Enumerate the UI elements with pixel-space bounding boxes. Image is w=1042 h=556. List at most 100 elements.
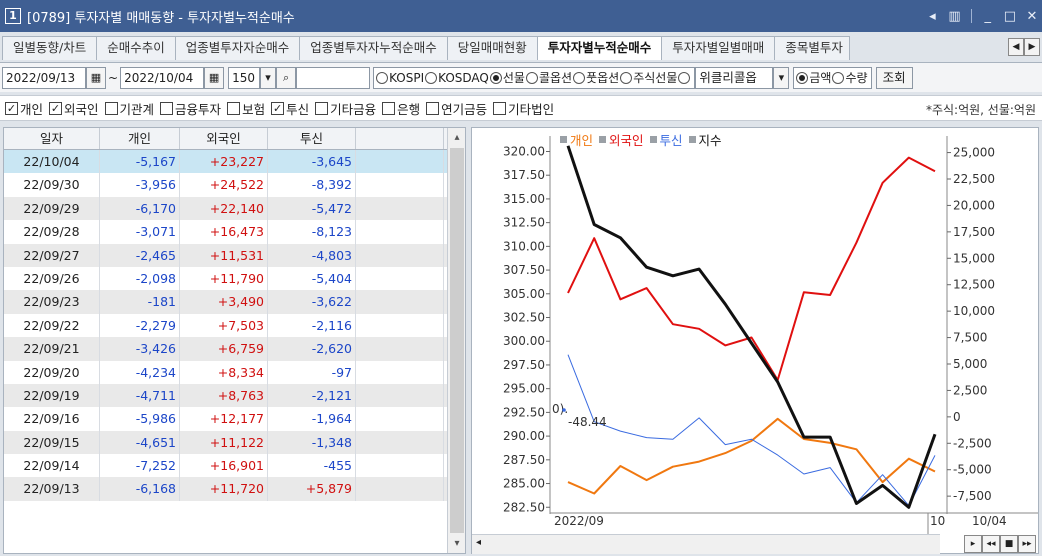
tab-investor-cumulative-net-buy[interactable]: 투자자별누적순매수 <box>536 36 663 60</box>
close-icon[interactable]: ✕ <box>1026 9 1038 24</box>
minimize-icon[interactable]: _ <box>982 9 994 24</box>
legend-marker-icon <box>599 136 607 143</box>
column-header-trust[interactable]: 투신 <box>268 128 356 149</box>
chart-horizontal-scrollbar[interactable]: ◂ <box>472 534 940 554</box>
table-row[interactable]: 22/10/04 -5,167 +23,227 -3,645 <box>4 150 465 174</box>
cell-individual: -4,651 <box>100 430 180 455</box>
cell-trust: -8,392 <box>268 173 356 197</box>
legend-trust[interactable]: 투신 <box>649 130 683 149</box>
tab-daily-trend[interactable]: 일별동향/차트 <box>2 36 98 60</box>
column-header-individual[interactable]: 개인 <box>100 128 180 149</box>
radio-dot-icon <box>620 71 633 84</box>
layout-icon[interactable]: ▥ <box>948 9 960 24</box>
left-tick-label: 300.00 <box>503 334 545 348</box>
cell-date: 22/09/28 <box>4 220 100 244</box>
legend-marker-icon <box>560 136 567 143</box>
table-row[interactable]: 22/09/13 -6,168 +11,720 +5,879 <box>4 477 465 501</box>
filter-investment-trust[interactable]: ✓ 투신 <box>271 99 309 118</box>
search-icon[interactable]: ⌕ <box>276 66 297 89</box>
right-tick-label: 2,500 <box>953 383 987 397</box>
table-row[interactable]: 22/09/22 -2,279 +7,503 -2,116 <box>4 313 465 338</box>
scroll-left-icon[interactable]: ◂ <box>476 537 481 548</box>
table-row[interactable]: 22/09/19 -4,711 +8,763 -2,121 <box>4 383 465 408</box>
right-tick-label: 10,000 <box>953 304 995 318</box>
cell-individual: -3,956 <box>100 173 180 197</box>
table-row[interactable]: 22/09/20 -4,234 +8,334 -97 <box>4 360 465 384</box>
cell-empty <box>356 266 444 291</box>
start-date-input[interactable]: 2022/09/13 <box>2 66 86 89</box>
radio-kosdaq[interactable]: KOSDAQ <box>425 71 489 85</box>
filter-institution[interactable]: 기관계 <box>104 99 154 118</box>
radio-dot-icon <box>573 71 586 84</box>
filter-bank[interactable]: 은행 <box>382 99 420 118</box>
tab-sector-cumulative-net-buy[interactable]: 업종별투자자누적순매수 <box>299 36 448 60</box>
cell-trust: -2,116 <box>268 313 356 338</box>
cell-empty <box>356 454 444 478</box>
radio-weekly[interactable] <box>678 71 691 84</box>
query-button[interactable]: 조회 <box>875 66 913 89</box>
tab-net-buy-trend[interactable]: 순매수추이 <box>96 36 176 60</box>
chart-canvas: 320.00 317.50 315.00 312.50 310.00 307.50 305.… <box>503 136 1038 534</box>
radio-stock-futures[interactable]: 주식선물 <box>620 69 677 86</box>
weekly-option-select[interactable]: 위클리콜옵 <box>695 66 774 89</box>
table-row[interactable]: 22/09/28 -3,071 +16,473 -8,123 <box>4 220 465 244</box>
chevron-down-icon[interactable]: ▾ <box>260 66 277 89</box>
legend-individual[interactable]: 개인 <box>560 130 593 149</box>
scroll-up-icon[interactable]: ▴ <box>448 130 465 146</box>
radio-quantity[interactable]: 수량 <box>832 69 868 86</box>
count-select[interactable]: 150 <box>228 66 261 89</box>
radio-put-option[interactable]: 풋옵션 <box>573 69 619 86</box>
table-row[interactable]: 22/09/15 -4,651 +11,122 -1,348 <box>4 430 465 455</box>
table-row[interactable]: 22/09/29 -6,170 +22,140 -5,472 <box>4 196 465 221</box>
maximize-icon[interactable]: □ <box>1004 9 1016 24</box>
filter-financial-investment[interactable]: 금융투자 <box>160 99 221 118</box>
calendar-icon[interactable]: ▦ <box>86 66 106 89</box>
column-header-date[interactable]: 일자 <box>4 128 100 149</box>
search-input[interactable] <box>296 66 371 89</box>
tab-scroll-right-icon[interactable]: ▶ <box>1024 38 1040 56</box>
collapse-icon[interactable]: ◂ <box>926 9 938 24</box>
left-tick-label: 292.50 <box>503 405 545 419</box>
fast-forward-icon[interactable]: ▸▸ <box>1018 535 1036 553</box>
end-date-input[interactable]: 2022/10/04 <box>120 66 205 89</box>
table-row[interactable]: 22/09/30 -3,956 +24,522 -8,392 <box>4 173 465 197</box>
scroll-down-icon[interactable]: ▾ <box>448 536 465 552</box>
filter-other-finance[interactable]: 기타금융 <box>315 99 376 118</box>
table-row[interactable]: 22/09/16 -5,986 +12,177 -1,964 <box>4 407 465 431</box>
table-row[interactable]: 22/09/21 -3,426 +6,759 -2,620 <box>4 337 465 361</box>
legend-foreign[interactable]: 외국인 <box>599 130 644 149</box>
chevron-down-icon[interactable]: ▾ <box>773 66 790 89</box>
filter-individual[interactable]: ✓ 개인 <box>5 99 43 118</box>
table-row[interactable]: 22/09/14 -7,252 +16,901 -455 <box>4 454 465 478</box>
radio-call-option[interactable]: 콜옵션 <box>525 69 572 86</box>
filter-pension[interactable]: 연기금등 <box>426 99 487 118</box>
stop-icon[interactable]: ■ <box>1000 535 1018 553</box>
legend-index[interactable]: 지수 <box>688 130 722 149</box>
rewind-icon[interactable]: ◂◂ <box>982 535 1000 553</box>
table-row[interactable]: 22/09/26 -2,098 +11,790 -5,404 <box>4 266 465 291</box>
tab-today-trading[interactable]: 당일매매현황 <box>446 36 538 60</box>
table-row[interactable]: 22/09/23 -181 +3,490 -3,622 <box>4 290 465 314</box>
column-header-foreign[interactable]: 외국인 <box>180 128 268 149</box>
tab-sector-investor-net-buy[interactable]: 업종별투자자순매수 <box>174 36 301 60</box>
radio-amount[interactable]: 금액 <box>796 69 831 86</box>
filter-insurance[interactable]: 보험 <box>227 99 265 118</box>
cell-empty <box>356 173 444 197</box>
cell-date: 22/09/16 <box>4 407 100 431</box>
play-icon[interactable]: ▸ <box>964 535 982 553</box>
vertical-scrollbar[interactable]: ▴ ▾ <box>447 128 465 553</box>
radio-futures[interactable]: 선물 <box>489 69 525 86</box>
filter-other-corporation[interactable]: 기타법인 <box>493 99 554 118</box>
scrollbar-thumb[interactable] <box>450 148 464 533</box>
window-number-badge[interactable]: 1 <box>5 8 21 24</box>
cell-trust: -4,803 <box>268 243 356 267</box>
tab-scroll-left-icon[interactable]: ◀ <box>1008 38 1024 56</box>
filter-foreign[interactable]: ✓ 외국인 <box>49 99 99 118</box>
tab-stock-investor[interactable]: 종목별투자 <box>774 36 851 60</box>
table-row[interactable]: 22/09/27 -2,465 +11,531 -4,803 <box>4 243 465 267</box>
cell-date: 22/09/27 <box>4 243 100 267</box>
tab-investor-daily-trading[interactable]: 투자자별일별매매 <box>661 36 776 60</box>
left-tick-label: 285.00 <box>503 477 545 491</box>
calendar-icon[interactable]: ▦ <box>204 66 225 89</box>
radio-kospi[interactable]: KOSPI <box>376 71 424 85</box>
